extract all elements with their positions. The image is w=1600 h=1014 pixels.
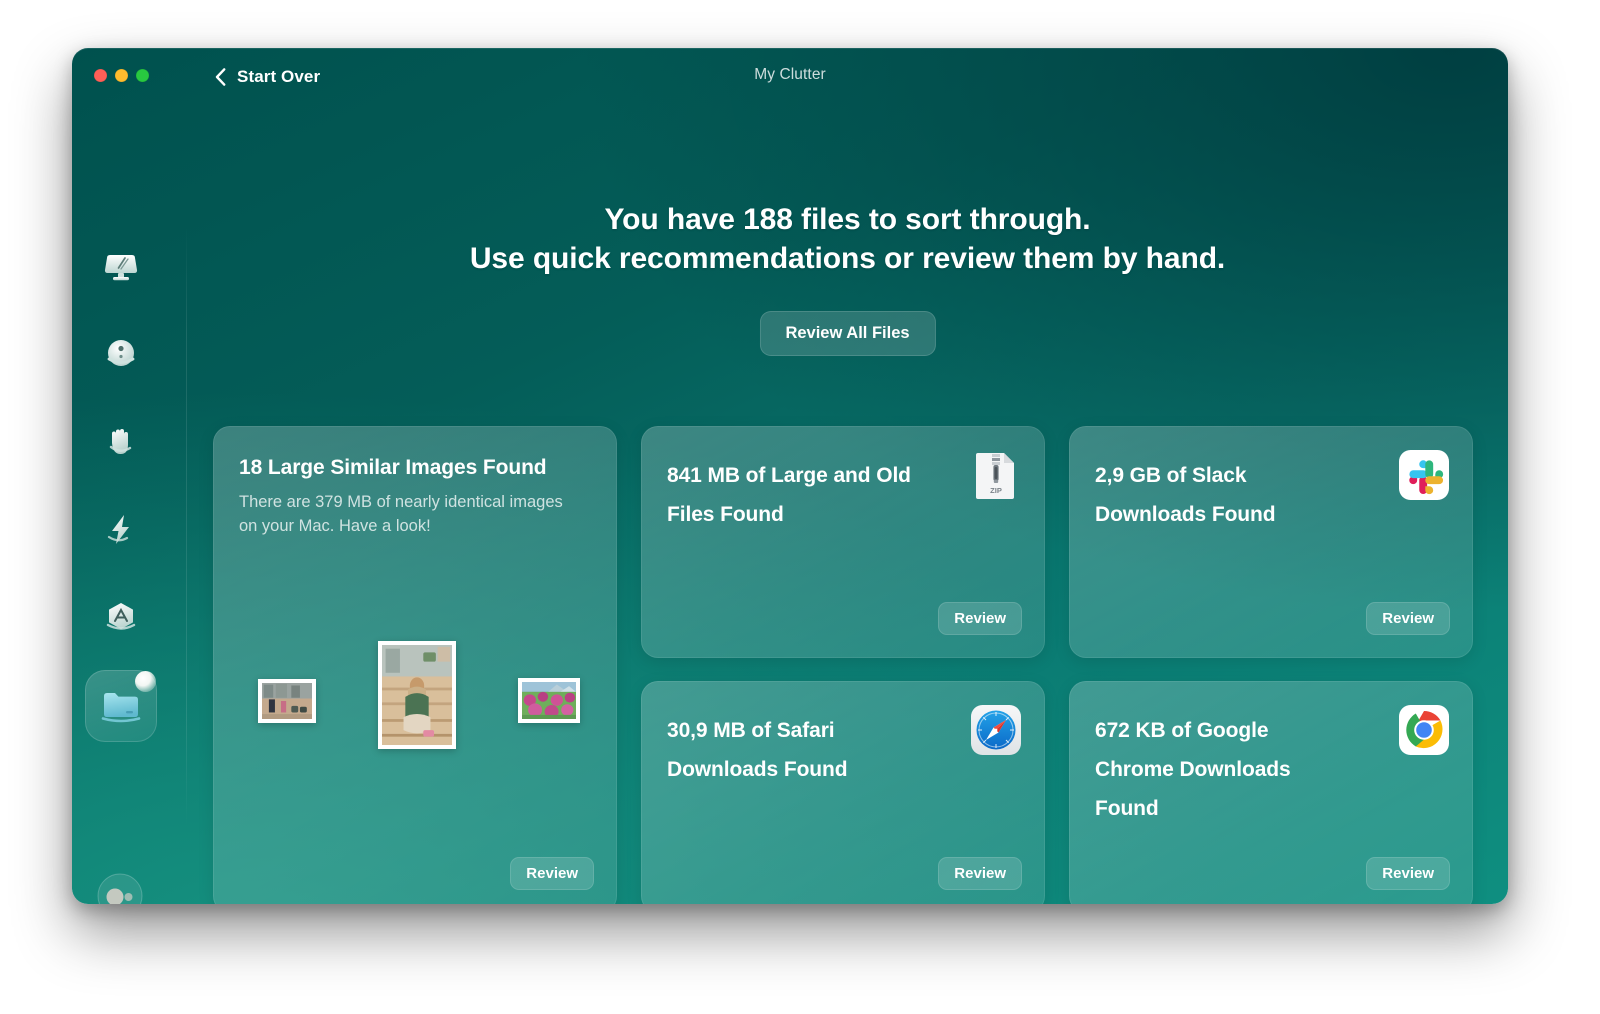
sidebar-item-privacy[interactable] (85, 406, 157, 478)
photo-thumbnail[interactable] (258, 679, 316, 723)
card-title: 2,9 GB of Slack Downloads Found (1095, 456, 1367, 534)
card-title-line-1: 672 KB of Google (1095, 719, 1269, 742)
sidebar-item-applications[interactable] (85, 582, 157, 654)
review-button-label: Review (954, 610, 1006, 627)
photo-woman-sitting-stairs (382, 645, 452, 745)
folder-icon (101, 693, 141, 723)
main-content: You have 188 files to sort through. Use … (187, 106, 1508, 904)
sidebar-item-my-clutter[interactable] (85, 670, 157, 742)
recommendation-cards-grid: 18 Large Similar Images Found There are … (213, 426, 1481, 904)
zip-label: ZIP (990, 486, 1002, 495)
review-all-files-label: Review All Files (785, 324, 910, 342)
card-title: 18 Large Similar Images Found (239, 456, 547, 479)
headline-line-1: You have 188 files to sort through. (604, 203, 1091, 236)
assistant-avatar-icon (97, 873, 143, 904)
card-icon (1399, 705, 1449, 755)
review-button[interactable]: Review (510, 857, 594, 890)
card-subtitle: There are 379 MB of nearly identical ima… (239, 493, 563, 535)
google-chrome-app-icon (1399, 705, 1449, 755)
sidebar (72, 106, 187, 904)
lightning-bolt-icon (107, 515, 129, 544)
photo-family-street (262, 683, 312, 719)
review-button-label: Review (954, 865, 1006, 882)
card-title-line-1: 841 MB of Large and Old (667, 464, 911, 487)
hand-icon (109, 429, 132, 454)
review-button[interactable]: Review (938, 857, 1022, 890)
monitor-broom-icon (104, 255, 138, 281)
review-button[interactable]: Review (1366, 857, 1450, 890)
photo-thumbnail[interactable] (378, 641, 456, 749)
card-title-line-1: 30,9 MB of Safari (667, 719, 835, 742)
desktop-backdrop: Start Over My Clutter You have 188 files… (0, 0, 1600, 1014)
shield-orb-icon (107, 340, 135, 366)
card-large-and-old-files[interactable]: 841 MB of Large and Old Files Found ZIP … (641, 426, 1045, 658)
card-title-line-2: Files Found (667, 503, 784, 526)
card-title-line-2: Chrome Downloads (1095, 758, 1291, 781)
card-large-similar-images[interactable]: 18 Large Similar Images Found There are … (213, 426, 617, 904)
app-window: Start Over My Clutter You have 188 files… (72, 48, 1508, 904)
card-slack-downloads[interactable]: 2,9 GB of Slack Downloads Found Review (1069, 426, 1473, 658)
card-title-line-3: Found (1095, 797, 1159, 820)
assistant-avatar[interactable] (95, 871, 145, 904)
review-button[interactable]: Review (1366, 602, 1450, 635)
image-thumbnail-strip (213, 641, 617, 771)
review-button-label: Review (1382, 610, 1434, 627)
review-button[interactable]: Review (938, 602, 1022, 635)
card-title: 672 KB of Google Chrome Downloads Found (1095, 711, 1367, 828)
card-title-line-1: 2,9 GB of Slack (1095, 464, 1247, 487)
headline-line-2: Use quick recommendations or review them… (469, 242, 1226, 275)
card-icon: ZIP (971, 450, 1021, 500)
photo-thumbnail[interactable] (518, 678, 580, 723)
card-icon (971, 705, 1021, 755)
card-safari-downloads[interactable]: 30,9 MB of Safari Downloads Found Review (641, 681, 1045, 904)
card-title-line-2: Downloads Found (1095, 503, 1276, 526)
card-title: 30,9 MB of Safari Downloads Found (667, 711, 939, 789)
sidebar-item-cleanup[interactable] (85, 230, 157, 302)
review-button-label: Review (1382, 865, 1434, 882)
page-headline: You have 188 files to sort through. Use … (187, 200, 1508, 278)
card-title-line-2: Downloads Found (667, 758, 848, 781)
review-button-label: Review (526, 865, 578, 882)
sidebar-item-protection[interactable] (85, 318, 157, 390)
window-titlebar: Start Over My Clutter (72, 48, 1508, 106)
slack-app-icon (1399, 450, 1449, 500)
zip-file-icon: ZIP (976, 453, 1014, 499)
card-title: 841 MB of Large and Old Files Found (667, 456, 939, 534)
card-chrome-downloads[interactable]: 672 KB of Google Chrome Downloads Found (1069, 681, 1473, 904)
notification-badge-dot (135, 671, 156, 692)
card-icon (1399, 450, 1449, 500)
sidebar-item-performance[interactable] (85, 494, 157, 566)
safari-app-icon (971, 705, 1021, 755)
window-title: My Clutter (754, 66, 826, 83)
review-all-files-button[interactable]: Review All Files (759, 311, 936, 356)
hexagon-apps-icon (106, 603, 136, 630)
photo-pink-garden (522, 682, 576, 719)
